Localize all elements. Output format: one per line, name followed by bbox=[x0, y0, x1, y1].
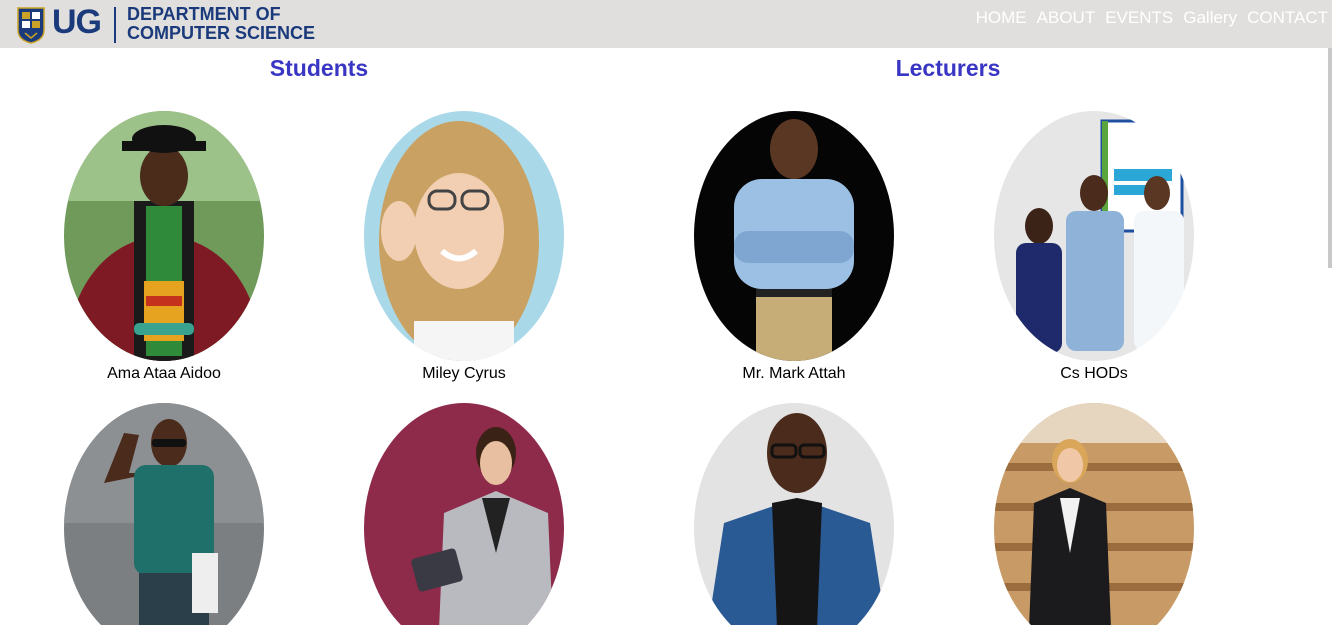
lecturer-photo-turtleneck bbox=[694, 403, 894, 625]
scrollbar[interactable] bbox=[1328, 48, 1332, 268]
lecturer-card[interactable]: Cs HODs bbox=[994, 111, 1194, 384]
students-heading: Students bbox=[269, 55, 369, 81]
lecturer-photo-blue-shirt bbox=[694, 111, 894, 361]
student-photo-graduate bbox=[64, 111, 264, 361]
lecturers-heading: Lecturers bbox=[895, 55, 1001, 81]
student-card[interactable] bbox=[64, 403, 264, 625]
student-photo-man-glasses bbox=[64, 403, 264, 625]
lecturer-photo-group bbox=[994, 111, 1194, 361]
logo-divider bbox=[114, 7, 116, 43]
nav-about[interactable]: ABOUT bbox=[1037, 8, 1096, 28]
student-name: Miley Cyrus bbox=[422, 365, 506, 382]
lecturer-card[interactable] bbox=[694, 403, 894, 625]
lecturer-name: Cs HODs bbox=[1060, 365, 1128, 382]
student-card[interactable]: Miley Cyrus bbox=[364, 111, 564, 384]
lecturer-photo-lecture-hall bbox=[994, 403, 1194, 625]
logo-text[interactable]: UG bbox=[52, 3, 102, 41]
page: UG DEPARTMENT OF COMPUTER SCIENCE HOME A… bbox=[0, 0, 1332, 625]
nav-events[interactable]: EVENTS bbox=[1105, 8, 1173, 28]
department-title-line2: COMPUTER SCIENCE bbox=[127, 23, 316, 43]
lecturer-name: Mr. Mark Attah bbox=[742, 365, 846, 382]
department-title-line1: DEPARTMENT OF bbox=[127, 4, 281, 24]
lecturer-card[interactable]: Mr. Mark Attah bbox=[694, 111, 894, 384]
student-photo-woman-glasses bbox=[364, 111, 564, 361]
nav-contact[interactable]: CONTACT bbox=[1247, 8, 1328, 28]
site-header: UG DEPARTMENT OF COMPUTER SCIENCE HOME A… bbox=[0, 0, 1332, 48]
student-card[interactable]: Ama Ataa Aidoo bbox=[64, 111, 264, 384]
nav-gallery[interactable]: Gallery bbox=[1183, 8, 1237, 28]
university-crest-icon[interactable] bbox=[16, 6, 46, 44]
student-photo-woman-tablet bbox=[364, 403, 564, 625]
lecturer-card[interactable] bbox=[994, 403, 1194, 625]
student-card[interactable] bbox=[364, 403, 564, 625]
student-name: Ama Ataa Aidoo bbox=[107, 365, 221, 382]
nav-home[interactable]: HOME bbox=[976, 8, 1027, 28]
main-nav: HOME ABOUT EVENTS Gallery CONTACT bbox=[966, 8, 1328, 28]
